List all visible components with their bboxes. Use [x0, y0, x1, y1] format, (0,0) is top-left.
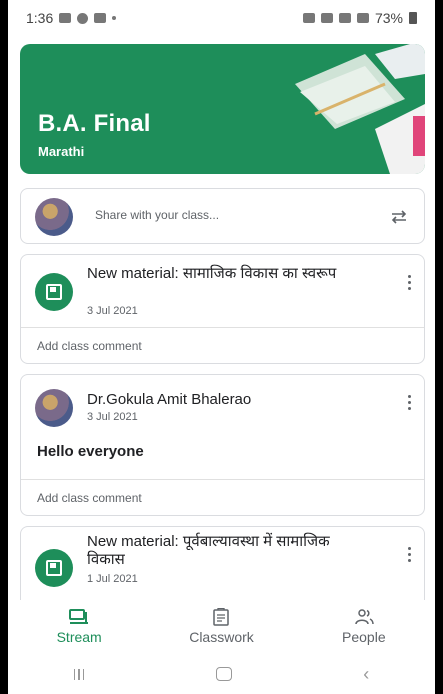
status-bar: 1:36 73% — [8, 0, 435, 36]
status-right: 73% — [302, 10, 417, 26]
add-comment-link[interactable]: Add class comment — [37, 339, 142, 353]
material-icon — [35, 549, 73, 587]
people-icon — [355, 609, 374, 625]
class-title: B.A. Final — [38, 110, 151, 137]
material-icon — [35, 273, 73, 311]
more-vert-icon[interactable] — [406, 395, 412, 410]
status-left: 1:36 — [26, 10, 117, 26]
post-author: Dr.Gokula Amit Bhalerao — [87, 391, 252, 408]
post-card[interactable]: Dr.Gokula Amit Bhalerao 3 Jul 2021 Hello… — [20, 374, 425, 516]
phone-screen: 1:36 73% B.A. Final Marathi Share with y… — [8, 0, 435, 694]
more-notifications-icon — [112, 16, 117, 20]
chrome-icon — [77, 12, 89, 24]
bottom-nav: Stream Classwork People — [8, 600, 435, 654]
battery-icon — [409, 12, 417, 24]
signal-icon — [338, 13, 351, 23]
author-avatar — [35, 389, 73, 427]
more-vert-icon[interactable] — [406, 275, 412, 290]
nav-people[interactable]: People — [293, 600, 435, 654]
nav-stream-label: Stream — [56, 629, 102, 645]
classwork-icon — [213, 608, 230, 626]
share-input[interactable]: Share with your class... — [95, 208, 219, 222]
divider — [21, 479, 424, 480]
system-nav-bar: ‹ — [8, 654, 435, 694]
repost-icon[interactable] — [388, 206, 410, 228]
nav-stream[interactable]: Stream — [8, 600, 150, 654]
post-body: Hello everyone — [37, 443, 144, 460]
signal-2-icon — [356, 13, 369, 23]
post-card[interactable]: New material: पूर्वबाल्यावस्था में सामाज… — [20, 526, 425, 606]
post-card[interactable]: New material: सामाजिक विकास का स्वरूप 3 … — [20, 254, 425, 364]
class-banner[interactable]: B.A. Final Marathi — [20, 44, 425, 174]
class-subtitle: Marathi — [38, 144, 85, 159]
gallery-icon — [59, 13, 72, 23]
post-title: New material: पूर्वबाल्यावस्था में सामाज… — [87, 533, 330, 568]
back-icon[interactable]: ‹ — [363, 665, 369, 683]
post-date: 1 Jul 2021 — [87, 573, 138, 585]
divider — [21, 327, 424, 328]
more-vert-icon[interactable] — [406, 547, 412, 562]
post-date: 3 Jul 2021 — [87, 305, 138, 317]
recents-icon[interactable] — [73, 668, 85, 680]
share-card[interactable]: Share with your class... — [20, 188, 425, 244]
nav-people-label: People — [342, 629, 386, 645]
stream-icon — [69, 609, 89, 624]
user-avatar — [35, 198, 73, 236]
status-time: 1:36 — [26, 10, 54, 26]
post-date: 3 Jul 2021 — [87, 411, 138, 423]
alarm-icon — [302, 13, 315, 23]
home-icon[interactable] — [215, 667, 232, 681]
volte-icon — [320, 13, 333, 23]
message-icon — [94, 13, 107, 23]
banner-illustration — [295, 44, 425, 174]
battery-percent: 73% — [374, 10, 403, 26]
post-title: New material: सामाजिक विकास का स्वरूप — [87, 265, 337, 282]
nav-classwork[interactable]: Classwork — [150, 600, 292, 654]
nav-classwork-label: Classwork — [189, 629, 254, 645]
add-comment-link[interactable]: Add class comment — [37, 491, 142, 505]
